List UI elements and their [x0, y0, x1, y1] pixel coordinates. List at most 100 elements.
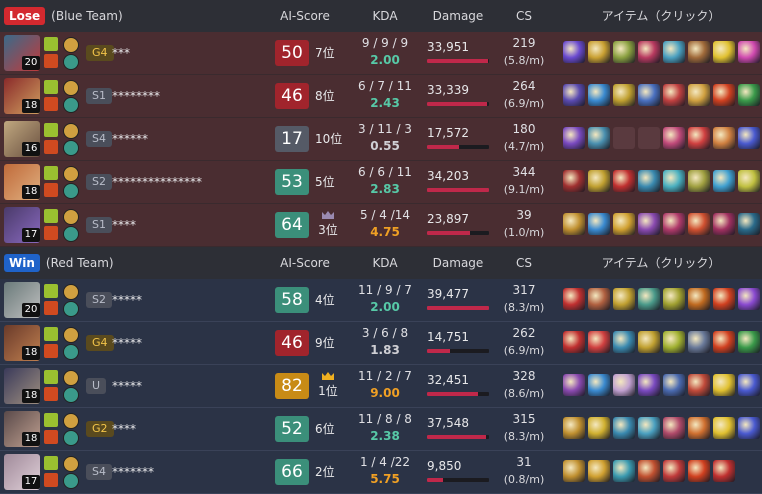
player-row[interactable]: 18 U ***** 82 1位 11 / 2 / 7 9.00 32,451 328 (8.6/… — [0, 365, 762, 408]
summoner-name[interactable]: *** — [112, 45, 130, 61]
item-icon[interactable] — [613, 213, 635, 235]
secondary-rune-icon[interactable] — [63, 473, 79, 489]
item-icon[interactable] — [713, 374, 735, 396]
secondary-rune-icon[interactable] — [63, 430, 79, 446]
item-icon[interactable] — [613, 331, 635, 353]
primary-rune-icon[interactable] — [63, 327, 79, 343]
item-icon[interactable] — [738, 417, 760, 439]
summoner-spell-2-icon[interactable] — [44, 473, 58, 487]
summoner-spell-2-icon[interactable] — [44, 140, 58, 154]
item-icon[interactable] — [738, 127, 760, 149]
item-icon[interactable] — [638, 41, 660, 63]
item-icon[interactable] — [713, 84, 735, 106]
secondary-rune-icon[interactable] — [63, 344, 79, 360]
summoner-spell-1-icon[interactable] — [44, 166, 58, 180]
item-icon[interactable] — [663, 84, 685, 106]
item-icon[interactable] — [713, 213, 735, 235]
summoner-name[interactable]: **** — [112, 217, 136, 233]
item-icon[interactable] — [588, 460, 610, 482]
summoner-name[interactable]: ***** — [112, 335, 142, 351]
summoner-spell-1-icon[interactable] — [44, 284, 58, 298]
item-icon[interactable] — [688, 41, 710, 63]
primary-rune-icon[interactable] — [63, 456, 79, 472]
item-icon[interactable] — [713, 170, 735, 192]
item-icon[interactable] — [663, 331, 685, 353]
item-icon[interactable] — [738, 170, 760, 192]
item-icon[interactable] — [663, 417, 685, 439]
item-icon[interactable] — [688, 460, 710, 482]
player-row[interactable]: 16 S4 ****** 17 10位 3 / 11 / 3 0.55 17,572 180 (4… — [0, 118, 762, 161]
item-icon[interactable] — [588, 84, 610, 106]
summoner-spell-1-icon[interactable] — [44, 209, 58, 223]
summoner-name[interactable]: ****** — [112, 131, 148, 147]
primary-rune-icon[interactable] — [63, 284, 79, 300]
summoner-spell-2-icon[interactable] — [44, 183, 58, 197]
item-icon[interactable] — [638, 460, 660, 482]
summoner-name[interactable]: ******* — [112, 464, 154, 480]
summoner-name[interactable]: ***** — [112, 292, 142, 308]
item-icon[interactable] — [613, 417, 635, 439]
item-icon[interactable] — [588, 213, 610, 235]
item-icon[interactable] — [563, 41, 585, 63]
item-icon[interactable] — [563, 127, 585, 149]
item-icon[interactable] — [638, 374, 660, 396]
summoner-spell-1-icon[interactable] — [44, 123, 58, 137]
secondary-rune-icon[interactable] — [63, 183, 79, 199]
summoner-spell-1-icon[interactable] — [44, 37, 58, 51]
summoner-name[interactable]: **** — [112, 421, 136, 437]
item-icon[interactable] — [713, 417, 735, 439]
item-icon[interactable] — [613, 41, 635, 63]
summoner-spell-1-icon[interactable] — [44, 413, 58, 427]
item-icon[interactable] — [738, 84, 760, 106]
item-icon[interactable] — [638, 170, 660, 192]
player-row[interactable]: 20 G4 *** 50 7位 9 / 9 / 9 2.00 33,951 219 (5.8/m) — [0, 32, 762, 75]
primary-rune-icon[interactable] — [63, 370, 79, 386]
item-icon[interactable] — [638, 84, 660, 106]
item-icon[interactable] — [688, 331, 710, 353]
item-icon[interactable] — [688, 374, 710, 396]
item-icon[interactable] — [738, 374, 760, 396]
item-icon[interactable] — [638, 417, 660, 439]
item-icon[interactable] — [713, 460, 735, 482]
item-icon[interactable] — [663, 374, 685, 396]
item-icon[interactable] — [613, 460, 635, 482]
item-icon[interactable] — [588, 331, 610, 353]
item-icon[interactable] — [663, 213, 685, 235]
item-icon[interactable] — [613, 374, 635, 396]
item-icon[interactable] — [713, 331, 735, 353]
item-icon[interactable] — [638, 288, 660, 310]
summoner-spell-2-icon[interactable] — [44, 301, 58, 315]
item-icon[interactable] — [638, 213, 660, 235]
item-icon[interactable] — [563, 460, 585, 482]
summoner-spell-2-icon[interactable] — [44, 54, 58, 68]
item-icon[interactable] — [563, 213, 585, 235]
summoner-name[interactable]: ******** — [112, 88, 160, 104]
secondary-rune-icon[interactable] — [63, 301, 79, 317]
item-icon[interactable] — [613, 170, 635, 192]
primary-rune-icon[interactable] — [63, 37, 79, 53]
secondary-rune-icon[interactable] — [63, 226, 79, 242]
secondary-rune-icon[interactable] — [63, 97, 79, 113]
item-icon[interactable] — [563, 288, 585, 310]
summoner-spell-2-icon[interactable] — [44, 344, 58, 358]
item-icon[interactable] — [713, 127, 735, 149]
item-icon[interactable] — [663, 127, 685, 149]
item-icon[interactable] — [588, 41, 610, 63]
item-icon[interactable] — [563, 417, 585, 439]
item-icon[interactable] — [588, 288, 610, 310]
summoner-name[interactable]: *************** — [112, 174, 202, 190]
item-icon[interactable] — [563, 374, 585, 396]
item-icon[interactable] — [663, 170, 685, 192]
item-icon[interactable] — [738, 213, 760, 235]
summoner-name[interactable]: ***** — [112, 378, 142, 394]
primary-rune-icon[interactable] — [63, 209, 79, 225]
item-icon[interactable] — [563, 170, 585, 192]
player-row[interactable]: 18 G4 ***** 46 9位 3 / 6 / 8 1.83 14,751 262 (6.9/… — [0, 322, 762, 365]
item-icon[interactable] — [663, 460, 685, 482]
player-row[interactable]: 17 S1 **** 64 3位 5 / 4 /14 4.75 23,897 39 (1.0/m) — [0, 204, 762, 247]
primary-rune-icon[interactable] — [63, 166, 79, 182]
item-icon[interactable] — [688, 417, 710, 439]
item-icon[interactable] — [588, 374, 610, 396]
summoner-spell-2-icon[interactable] — [44, 387, 58, 401]
summoner-spell-1-icon[interactable] — [44, 370, 58, 384]
